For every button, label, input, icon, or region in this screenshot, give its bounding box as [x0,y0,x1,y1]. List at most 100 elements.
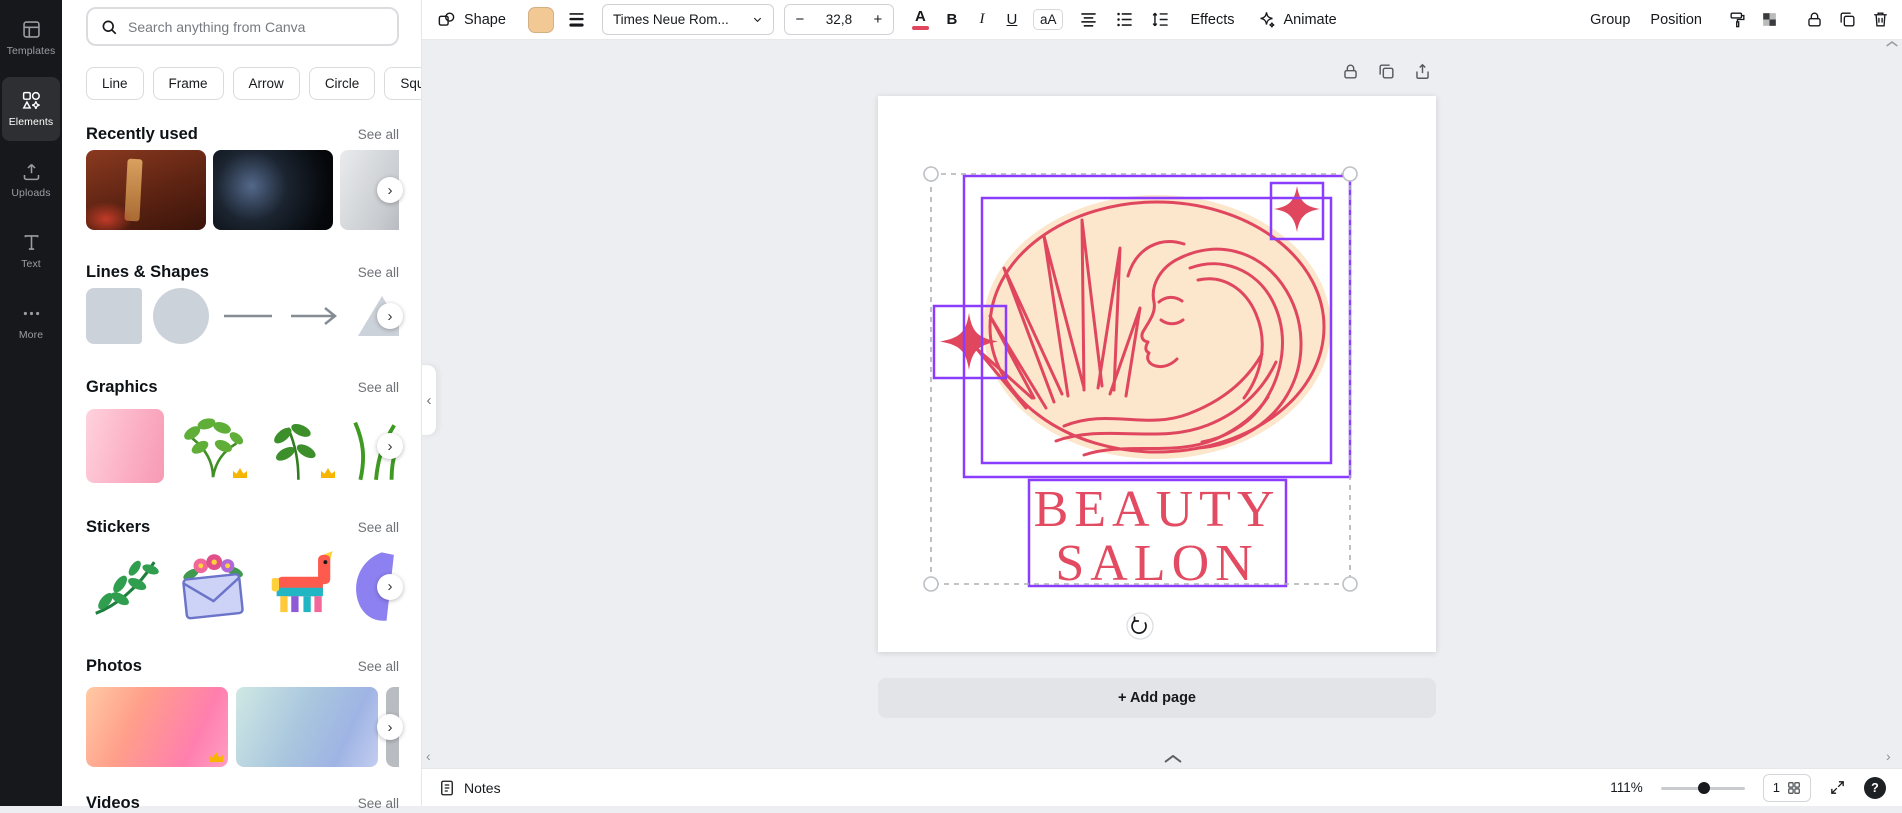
see-all-link[interactable]: See all [358,380,399,395]
design-title-line1[interactable]: BEAUTY [1034,481,1281,538]
shape-button[interactable]: Shape [437,10,506,29]
zoom-slider-thumb[interactable] [1697,781,1710,794]
sparkle-top-right[interactable] [1274,186,1320,232]
sidebar-item-uploads[interactable]: Uploads [2,148,60,212]
arrow-shape[interactable] [287,288,343,344]
pro-crown-icon [209,752,223,762]
font-size-decrease-button[interactable]: − [785,11,815,28]
see-all-link[interactable]: See all [358,659,399,674]
pro-crown-icon [321,468,335,478]
handle-top-left[interactable] [923,166,939,182]
graphics-row: › [86,409,403,483]
bold-button[interactable]: B [941,11,963,28]
page-lock-icon[interactable] [1341,62,1360,81]
font-family-select[interactable]: Times Neue Rom... [601,4,774,35]
recent-thumbnail[interactable] [213,150,333,230]
text-color-bar [911,25,929,30]
see-all-link[interactable]: See all [358,520,399,535]
font-name: Times Neue Rom... [612,12,729,27]
font-size-stepper: − 32,8 + [783,4,894,35]
zoom-slider[interactable] [1660,780,1745,796]
sidebar-item-more[interactable]: More [2,290,60,354]
sidebar-item-templates[interactable]: Templates [2,6,60,70]
search-bar[interactable] [86,7,399,46]
section-title: Videos [86,793,140,812]
chip-frame[interactable]: Frame [152,67,224,100]
panel-collapse-handle[interactable]: ‹ [422,364,437,436]
search-input[interactable] [128,18,385,35]
duplicate-button[interactable] [1838,10,1857,29]
page-indicator[interactable]: 1 [1762,773,1811,802]
scroll-right-arrow[interactable]: › [1886,748,1891,764]
transparency-button[interactable] [1760,10,1779,29]
lock-button[interactable] [1805,10,1824,29]
handle-bottom-left[interactable] [923,576,939,592]
group-button[interactable]: Group [1590,12,1630,28]
pink-gradient-graphic[interactable] [86,409,164,483]
scroll-right-button[interactable]: › [377,177,403,203]
fullscreen-button[interactable] [1829,779,1846,796]
chip-line[interactable]: Line [86,67,144,100]
effects-button[interactable]: Effects [1190,12,1234,28]
see-all-link[interactable]: See all [358,796,399,811]
animate-button[interactable]: Animate [1257,10,1337,29]
paint-roller-icon [1730,12,1745,28]
leaf-graphic[interactable] [262,409,340,483]
recent-thumbnail[interactable] [86,150,206,230]
fill-color-button[interactable] [527,6,554,33]
page-export-icon[interactable] [1413,62,1432,81]
leaf-sticker[interactable] [86,546,164,627]
text-case-button[interactable]: aA [1032,9,1064,30]
section-title: Photos [86,656,142,675]
gradient-photo[interactable] [86,687,228,767]
line-shape[interactable] [220,288,276,344]
scroll-right-button[interactable]: › [377,573,403,600]
font-size-value[interactable]: 32,8 [815,12,863,27]
circle-shape[interactable] [153,288,209,344]
square-shape[interactable] [86,288,142,344]
pinata-sticker[interactable] [262,546,340,627]
font-size-increase-button[interactable]: + [863,11,893,28]
copy-style-button[interactable] [1728,10,1747,29]
section-header-stickers: Stickers See all [86,517,399,537]
scroll-right-button[interactable]: › [377,714,403,740]
sidebar-item-text[interactable]: Text [2,219,60,283]
text-align-button[interactable] [1079,10,1098,29]
gradient-photo[interactable] [236,687,378,767]
pages-collapse-chevron[interactable] [1158,752,1188,766]
grid-view-icon [1788,781,1800,794]
rotate-handle[interactable] [1126,612,1154,640]
add-page-button[interactable]: + Add page [878,678,1436,718]
notes-button[interactable]: Notes [438,779,501,797]
page-duplicate-icon[interactable] [1377,62,1396,81]
position-button[interactable]: Position [1650,12,1702,28]
list-button[interactable] [1115,10,1134,29]
chip-square[interactable]: Square [384,67,421,100]
section-header-shapes: Lines & Shapes See all [86,262,399,282]
plant-graphic[interactable] [174,409,252,483]
handle-bottom-right[interactable] [1342,576,1358,592]
chip-circle[interactable]: Circle [308,67,376,100]
help-button[interactable]: ? [1864,776,1886,799]
scroll-right-button[interactable]: › [377,303,403,329]
border-style-button[interactable] [567,10,586,29]
envelope-flowers-sticker[interactable] [174,546,252,627]
spacing-button[interactable] [1151,10,1170,29]
chip-arrow[interactable]: Arrow [232,67,300,100]
scroll-right-button[interactable]: › [377,433,403,459]
italic-button[interactable]: I [971,11,993,28]
rail-label: Templates [6,45,56,57]
sidebar-item-elements[interactable]: Elements [2,77,60,141]
text-color-button[interactable]: A [911,9,929,30]
chip-label: Square [400,76,421,91]
see-all-link[interactable]: See all [358,127,399,142]
design-page[interactable]: BEAUTY SALON [878,96,1436,652]
delete-button[interactable] [1871,10,1890,29]
handle-top-right[interactable] [1342,166,1358,182]
see-all-link[interactable]: See all [358,265,399,280]
underline-button[interactable]: U [1001,11,1023,28]
scroll-up-arrow[interactable] [1886,40,1898,48]
shapes-row: › [86,288,403,344]
line-glyph [224,314,272,318]
scroll-left-arrow[interactable]: ‹ [426,748,431,764]
